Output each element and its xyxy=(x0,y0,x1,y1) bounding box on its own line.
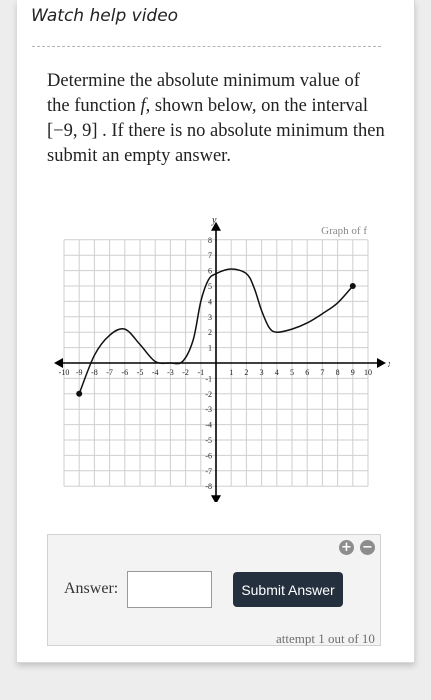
submit-answer-button[interactable]: Submit Answer xyxy=(233,572,343,607)
y-tick-label: 6 xyxy=(208,267,212,276)
x-tick-label: -8 xyxy=(91,368,98,377)
x-tick-label: 10 xyxy=(364,368,372,377)
y-tick-label: 1 xyxy=(208,344,212,353)
y-tick-label: 5 xyxy=(208,282,212,291)
question-part3: . If there is no absolute minimum then s… xyxy=(47,121,385,166)
x-tick-label: -6 xyxy=(121,368,128,377)
plus-icon[interactable]: + xyxy=(339,540,354,555)
x-axis-label: x xyxy=(387,359,390,370)
y-tick-label: 4 xyxy=(208,297,212,306)
y-tick-label: -5 xyxy=(205,436,212,445)
y-tick-label: -8 xyxy=(205,482,212,491)
y-tick-label: -3 xyxy=(205,405,212,414)
x-tick-label: -5 xyxy=(137,368,144,377)
attempt-counter: attempt 1 out of 10 xyxy=(276,631,375,646)
y-tick-label: -4 xyxy=(205,421,212,430)
x-tick-label: 7 xyxy=(320,368,324,377)
x-tick-label: -1 xyxy=(197,368,204,377)
x-tick-label: 4 xyxy=(275,368,279,377)
x-tick-label: -9 xyxy=(76,368,83,377)
y-tick-label: -7 xyxy=(205,467,212,476)
y-tick-label: 7 xyxy=(208,251,212,260)
graph-axes xyxy=(54,221,386,502)
x-tick-label: -10 xyxy=(59,368,70,377)
x-tick-label: 6 xyxy=(305,368,309,377)
x-tick-label: -4 xyxy=(152,368,159,377)
y-tick-label: -1 xyxy=(205,374,212,383)
curve-endpoint xyxy=(76,390,83,397)
minus-icon[interactable]: − xyxy=(360,540,375,555)
answer-input[interactable] xyxy=(127,571,212,608)
x-tick-label: 8 xyxy=(336,368,340,377)
y-tick-label: 3 xyxy=(208,313,212,322)
y-axis-down-arrow xyxy=(211,495,221,502)
y-tick-label: -6 xyxy=(205,451,212,460)
y-tick-label: 8 xyxy=(208,236,212,245)
dashed-divider xyxy=(32,46,381,47)
answer-label: Answer: xyxy=(64,580,119,597)
x-tick-label: -7 xyxy=(106,368,113,377)
y-tick-label: -2 xyxy=(205,390,212,399)
x-tick-label: 3 xyxy=(260,368,264,377)
graph-title: Graph of f xyxy=(321,225,367,237)
x-tick-label: -2 xyxy=(182,368,189,377)
x-axis-left-arrow xyxy=(54,358,63,368)
function-graph: -10 -9 -8 -7 -6 -5 -4 -3 -2 -1 1 2 3 4 5 6 7 8 9 10 -8 -7 -6 -5… xyxy=(54,215,390,502)
x-tick-label: 9 xyxy=(351,368,355,377)
x-tick-label: 2 xyxy=(244,368,248,377)
x-tick-label: 5 xyxy=(290,368,294,377)
question-text: Determine the absolute minimum value of … xyxy=(47,69,387,169)
interval-notation: [−9, 9] xyxy=(47,121,98,141)
y-tick-label: 2 xyxy=(208,328,212,337)
question-part2: , shown below, on the interval xyxy=(145,96,368,116)
x-tick-label: -3 xyxy=(167,368,174,377)
x-axis-right-arrow xyxy=(377,358,386,368)
y-axis-label: y xyxy=(211,215,217,226)
watch-help-video-link[interactable]: Watch help video xyxy=(31,6,178,26)
curve-endpoint xyxy=(349,283,356,289)
x-tick-label: 1 xyxy=(229,368,233,377)
